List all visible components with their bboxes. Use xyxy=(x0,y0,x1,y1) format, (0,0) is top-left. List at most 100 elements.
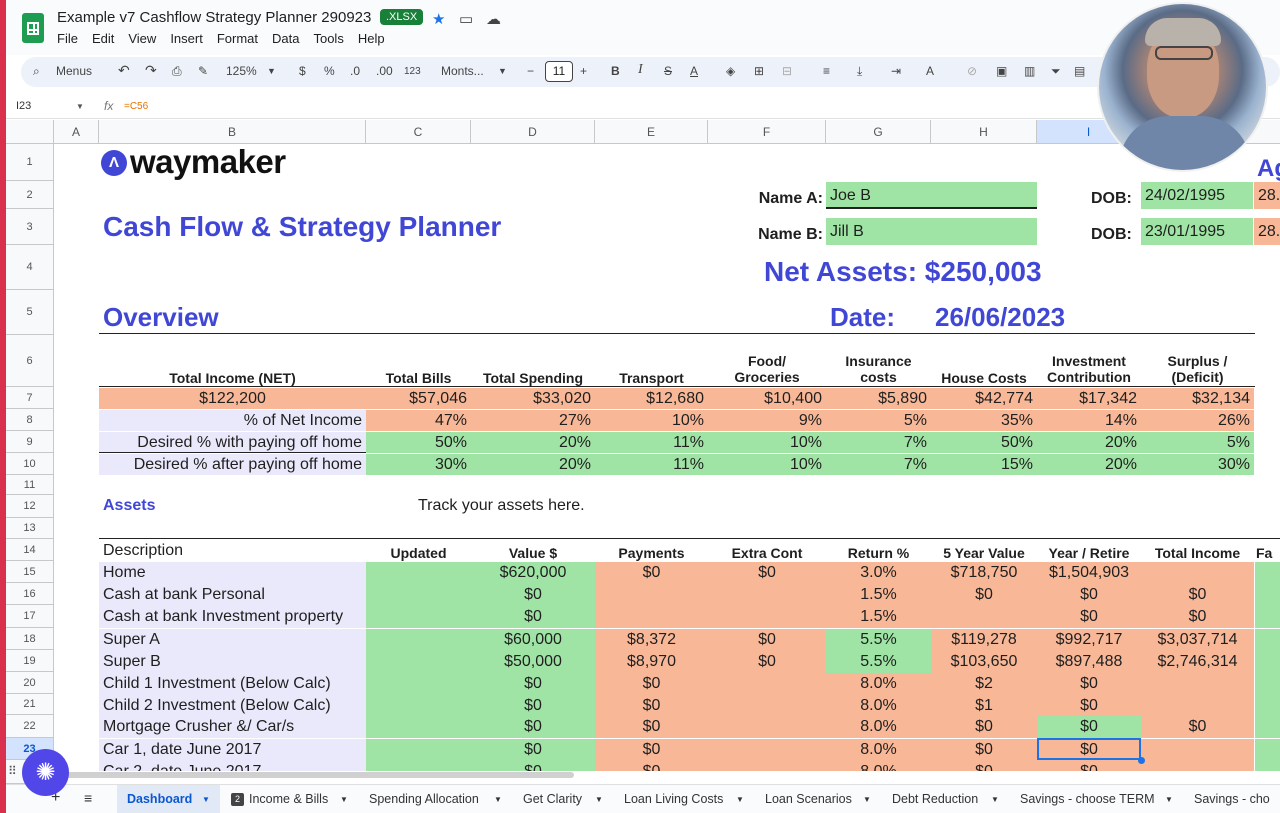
all-sheets-icon[interactable]: ≡ xyxy=(84,790,92,806)
row-header[interactable]: 7 xyxy=(6,387,54,409)
text-rotation-icon[interactable]: A xyxy=(926,64,934,78)
summary-cell[interactable]: 20% xyxy=(1037,454,1141,475)
zoom-select[interactable]: 125% xyxy=(226,64,257,78)
asset-fa-cell[interactable] xyxy=(1255,562,1280,584)
asset-value[interactable]: $0 xyxy=(471,716,595,738)
row-header[interactable]: 22 xyxy=(6,715,54,738)
menu-edit[interactable]: Edit xyxy=(92,31,114,46)
asset-fa-cell[interactable] xyxy=(1255,695,1280,717)
asset-return[interactable]: 5.5% xyxy=(826,651,931,673)
row-header[interactable]: 15 xyxy=(6,561,54,583)
tab-loan-scenarios[interactable]: Loan Scenarios xyxy=(765,792,852,806)
menu-help[interactable]: Help xyxy=(358,31,385,46)
row-header[interactable]: 13 xyxy=(6,518,54,539)
tab-loan-living-costs[interactable]: Loan Living Costs xyxy=(624,792,723,806)
asset-year-retire[interactable]: $0 xyxy=(1037,695,1141,717)
row-header[interactable]: 5 xyxy=(6,290,54,335)
asset-fa-cell[interactable] xyxy=(1255,584,1280,606)
summary-cell[interactable]: 5% xyxy=(826,410,931,431)
asset-year-retire[interactable]: $0 xyxy=(1037,584,1141,606)
tab-dropdown-icon[interactable]: ▼ xyxy=(1165,795,1173,804)
italic-icon[interactable]: I xyxy=(638,62,643,78)
more-formats-button[interactable]: 123 xyxy=(404,66,421,77)
asset-total-income[interactable] xyxy=(1141,673,1254,695)
asset-5yr-value[interactable]: $1 xyxy=(931,695,1037,717)
redo-icon[interactable]: ↷ xyxy=(145,62,157,79)
asset-payments[interactable]: $8,970 xyxy=(595,651,708,673)
summary-cell[interactable]: 26% xyxy=(1141,410,1254,431)
row-header[interactable]: 2 xyxy=(6,181,54,209)
tab-dropdown-icon[interactable]: ▼ xyxy=(991,795,999,804)
summary-cell[interactable]: 50% xyxy=(931,432,1037,453)
asset-fa-cell[interactable] xyxy=(1255,629,1280,651)
dob-a-field[interactable]: 24/02/1995 xyxy=(1141,182,1253,209)
row-header[interactable]: 9 xyxy=(6,431,54,453)
summary-cell[interactable]: 7% xyxy=(826,454,931,475)
insert-chart-icon[interactable]: ▥ xyxy=(1024,64,1035,78)
summary-cell[interactable]: $57,046 xyxy=(366,388,471,409)
asset-fa-cell[interactable] xyxy=(1255,651,1280,673)
asset-payments[interactable] xyxy=(595,584,708,606)
asset-value[interactable]: $50,000 xyxy=(471,651,595,673)
asset-updated[interactable] xyxy=(366,673,471,695)
asset-return[interactable]: 3.0% xyxy=(826,562,931,584)
summary-cell[interactable]: 11% xyxy=(595,432,708,453)
column-header-c[interactable]: C xyxy=(366,120,471,144)
vertical-align-icon[interactable]: ⤓ xyxy=(857,64,862,79)
summary-cell[interactable]: 30% xyxy=(1141,454,1254,475)
asset-value[interactable]: $0 xyxy=(471,695,595,717)
name-b-field[interactable]: Jill B xyxy=(826,218,1037,245)
paint-format-icon[interactable]: ✎ xyxy=(198,64,208,78)
summary-cell[interactable]: 10% xyxy=(708,432,826,453)
font-size-input[interactable]: 11 xyxy=(545,61,573,82)
asset-payments[interactable]: $0 xyxy=(595,562,708,584)
cloud-status-icon[interactable]: ☁ xyxy=(486,10,501,28)
row-header[interactable]: 8 xyxy=(6,409,54,431)
asset-extra-cont[interactable]: $0 xyxy=(708,651,826,673)
asset-total-income[interactable]: $0 xyxy=(1141,584,1254,606)
format-currency-button[interactable]: $ xyxy=(299,64,306,78)
name-box[interactable]: I23 xyxy=(16,100,31,112)
asset-extra-cont[interactable] xyxy=(708,584,826,606)
decrease-decimal-button[interactable]: .0 xyxy=(350,64,360,78)
row-header[interactable]: 18 xyxy=(6,628,54,650)
tab-dropdown-icon[interactable]: ▼ xyxy=(202,795,210,804)
asset-value[interactable]: $0 xyxy=(471,761,595,771)
asset-fa-cell[interactable] xyxy=(1255,673,1280,695)
asset-updated[interactable] xyxy=(366,761,471,771)
name-a-field[interactable]: Joe B xyxy=(826,182,1037,209)
tab-get-clarity[interactable]: Get Clarity xyxy=(523,792,582,806)
summary-cell[interactable]: 20% xyxy=(471,432,595,453)
asset-total-income[interactable] xyxy=(1141,562,1254,584)
document-title[interactable]: Example v7 Cashflow Strategy Planner 290… xyxy=(57,9,371,26)
asset-value[interactable]: $620,000 xyxy=(471,562,595,584)
summary-cell[interactable]: $17,342 xyxy=(1037,388,1141,409)
borders-icon[interactable]: ⊞ xyxy=(754,64,764,78)
font-family-select[interactable]: Monts... xyxy=(441,64,484,78)
tab-dropdown-icon[interactable]: ▼ xyxy=(494,795,502,804)
asset-value[interactable]: $0 xyxy=(471,673,595,695)
asset-year-retire[interactable]: $0 xyxy=(1037,606,1141,628)
asset-5yr-value[interactable]: $103,650 xyxy=(931,651,1037,673)
summary-cell[interactable]: $12,680 xyxy=(595,388,708,409)
dob-b-field[interactable]: 23/01/1995 xyxy=(1141,218,1253,245)
row-header[interactable]: 6 xyxy=(6,335,54,387)
column-header-d[interactable]: D xyxy=(471,120,595,144)
asset-payments[interactable]: $0 xyxy=(595,673,708,695)
summary-cell[interactable]: $10,400 xyxy=(708,388,826,409)
increase-decimal-button[interactable]: .00 xyxy=(376,64,393,78)
asset-return[interactable]: 8.0% xyxy=(826,716,931,738)
asset-total-income[interactable] xyxy=(1141,695,1254,717)
summary-cell[interactable]: 30% xyxy=(366,454,471,475)
fill-color-icon[interactable]: ◈ xyxy=(726,64,735,78)
tab-dropdown-icon[interactable]: ▼ xyxy=(863,795,871,804)
menu-view[interactable]: View xyxy=(128,31,156,46)
name-box-dropdown-icon[interactable]: ▼ xyxy=(76,102,84,111)
row-header[interactable]: 4 xyxy=(6,245,54,290)
asset-extra-cont[interactable] xyxy=(708,673,826,695)
merge-cells-icon[interactable]: ⊟ xyxy=(782,64,792,78)
asset-total-income[interactable]: $0 xyxy=(1141,606,1254,628)
asset-5yr-value[interactable] xyxy=(931,606,1037,628)
column-header-e[interactable]: E xyxy=(595,120,708,144)
summary-cell[interactable]: 20% xyxy=(471,454,595,475)
